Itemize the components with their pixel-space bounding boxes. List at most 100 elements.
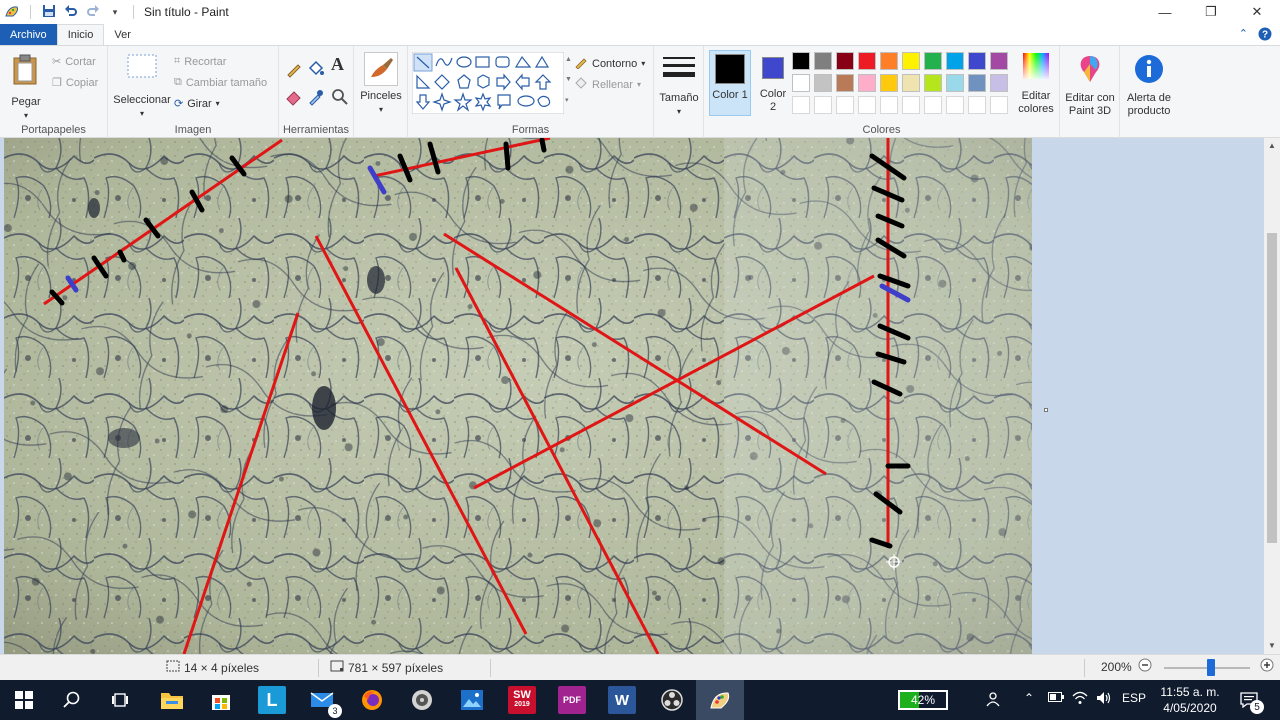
paint-app-icon[interactable] (4, 4, 20, 20)
palette-color-swatch[interactable] (968, 52, 986, 70)
language-indicator[interactable]: ESP (1122, 691, 1146, 705)
scroll-up-icon[interactable]: ▲ (1264, 138, 1280, 154)
fill-button[interactable]: Rellenar ▾ (574, 76, 641, 93)
edit-paint3d-button[interactable]: Editar con Paint 3D (1062, 54, 1118, 118)
scrollbar-thumb[interactable] (1267, 233, 1277, 543)
palette-color-swatch[interactable] (814, 52, 832, 70)
brushes-button[interactable]: Pinceles ▾ (358, 52, 404, 116)
tab-view[interactable]: Ver (104, 24, 141, 45)
l-app-icon[interactable]: L (258, 686, 286, 714)
palette-color-swatch[interactable] (902, 52, 920, 70)
collapse-ribbon-icon[interactable]: ⌃ (1239, 27, 1248, 44)
clock[interactable]: 11:55 a. m. 4/05/2020 (1150, 684, 1230, 716)
magnifier-icon[interactable] (331, 88, 349, 106)
store-icon[interactable] (207, 686, 235, 714)
vertical-scrollbar[interactable]: ▲ ▼ (1264, 138, 1280, 654)
battery-indicator[interactable]: 42% (898, 690, 948, 710)
search-icon[interactable] (58, 686, 86, 714)
color2-button[interactable]: Color 2 (756, 53, 790, 114)
paste-button[interactable]: Pegar ▾ (6, 54, 46, 122)
micrograph-image[interactable] (4, 138, 1032, 654)
photos-icon[interactable] (458, 686, 486, 714)
customize-toolbar-icon[interactable]: ▾ (107, 4, 123, 20)
outline-button[interactable]: Contorno ▾ (574, 55, 645, 72)
custom-color-slot[interactable] (880, 96, 898, 114)
tab-home[interactable]: Inicio (56, 24, 105, 45)
palette-color-swatch[interactable] (836, 52, 854, 70)
custom-color-slot[interactable] (792, 96, 810, 114)
crop-button[interactable]: ⌗ Recortar (174, 55, 226, 68)
color-picker-icon[interactable] (307, 88, 325, 106)
zoom-in-icon[interactable] (1260, 658, 1274, 672)
redo-icon[interactable] (85, 4, 101, 20)
shapes-gallery[interactable] (412, 52, 564, 114)
close-icon[interactable]: ✕ (1234, 0, 1280, 24)
canvas-resize-handle[interactable] (1044, 408, 1048, 412)
start-windows-icon[interactable] (10, 686, 38, 714)
custom-color-slot[interactable] (946, 96, 964, 114)
fill-bucket-icon[interactable] (307, 60, 325, 78)
shapes-scroll-down-icon[interactable]: ▼ (565, 76, 572, 83)
palette-color-swatch[interactable] (858, 52, 876, 70)
pdf-app-icon[interactable]: PDF (558, 686, 586, 714)
text-tool-icon[interactable]: A (331, 55, 344, 73)
obs-icon[interactable] (658, 686, 686, 714)
shapes-expand-icon[interactable]: ▾ (565, 96, 569, 104)
wifi-icon[interactable] (1072, 691, 1088, 708)
edit-colors-button[interactable]: Editar colores (1015, 52, 1057, 116)
custom-color-slot[interactable] (924, 96, 942, 114)
size-button[interactable]: Tamaño ▾ (658, 54, 700, 118)
rotate-button[interactable]: ⟳ Girar ▾ (174, 97, 220, 111)
palette-color-swatch[interactable] (946, 52, 964, 70)
select-button[interactable]: Seleccionar ▾ (112, 54, 172, 120)
drawing-canvas[interactable] (4, 138, 1032, 654)
maximize-icon[interactable]: ❐ (1188, 0, 1234, 24)
help-icon[interactable]: ? (1258, 27, 1272, 44)
media-app-icon[interactable] (408, 686, 436, 714)
save-icon[interactable] (41, 4, 57, 20)
copy-button[interactable]: ❐ Copiar (52, 76, 98, 90)
palette-color-swatch[interactable] (880, 74, 898, 92)
notifications-icon[interactable]: 5 (1238, 689, 1264, 714)
battery-tray-icon[interactable] (1048, 691, 1064, 705)
custom-color-slot[interactable] (968, 96, 986, 114)
palette-color-swatch[interactable] (990, 52, 1008, 70)
mail-icon[interactable]: 3 (308, 686, 342, 718)
firefox-icon[interactable] (358, 686, 386, 714)
palette-color-swatch[interactable] (880, 52, 898, 70)
eraser-icon[interactable] (285, 88, 303, 106)
minimize-icon[interactable]: — (1142, 0, 1188, 24)
solidworks-icon[interactable]: SW 2019 (508, 686, 536, 714)
cut-button[interactable]: ✂ Cortar (52, 55, 96, 69)
custom-color-slot[interactable] (990, 96, 1008, 114)
show-hidden-icons-icon[interactable]: ⌃ (1024, 691, 1034, 705)
palette-color-swatch[interactable] (858, 74, 876, 92)
custom-color-slot[interactable] (858, 96, 876, 114)
scroll-down-icon[interactable]: ▼ (1264, 638, 1280, 654)
zoom-slider-thumb[interactable] (1207, 659, 1216, 676)
people-icon[interactable] (986, 691, 1002, 710)
palette-color-swatch[interactable] (924, 74, 942, 92)
custom-color-slot[interactable] (836, 96, 854, 114)
custom-color-slot[interactable] (902, 96, 920, 114)
shapes-scroll-up-icon[interactable]: ▲ (565, 56, 572, 63)
palette-color-swatch[interactable] (946, 74, 964, 92)
task-view-icon[interactable] (106, 686, 134, 714)
file-explorer-icon[interactable] (158, 686, 186, 714)
undo-icon[interactable] (63, 4, 79, 20)
volume-icon[interactable] (1096, 691, 1112, 708)
color1-button[interactable]: Color 1 (709, 50, 751, 116)
palette-color-swatch[interactable] (836, 74, 854, 92)
resize-button[interactable]: ⧉ Cambiar tamaño (174, 76, 267, 89)
pencil-icon[interactable] (285, 60, 303, 78)
palette-color-swatch[interactable] (924, 52, 942, 70)
product-alert-button[interactable]: Alerta de producto (1122, 54, 1176, 118)
palette-color-swatch[interactable] (902, 74, 920, 92)
palette-color-swatch[interactable] (792, 74, 810, 92)
custom-color-slot[interactable] (814, 96, 832, 114)
palette-color-swatch[interactable] (792, 52, 810, 70)
tab-file[interactable]: Archivo (0, 24, 57, 45)
paint-taskbar-icon[interactable] (706, 686, 734, 714)
palette-color-swatch[interactable] (814, 74, 832, 92)
palette-color-swatch[interactable] (990, 74, 1008, 92)
